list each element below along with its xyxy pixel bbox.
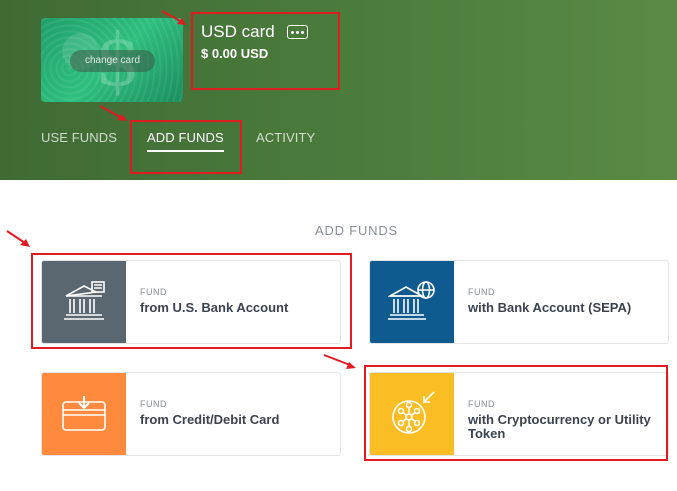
crypto-coin-icon (370, 373, 454, 455)
fund-label: FUND (468, 287, 495, 297)
change-card-button[interactable]: change card (70, 50, 155, 72)
fund-label: FUND (140, 399, 167, 409)
fund-label: FUND (140, 287, 167, 297)
fund-sepa-bank-card[interactable]: FUND with Bank Account (SEPA) (369, 260, 669, 344)
card-balance: $ 0.00 USD (201, 46, 269, 61)
fund-description: from Credit/Debit Card (140, 412, 280, 427)
card-title: USD card (201, 22, 275, 41)
section-title: ADD FUNDS (314, 223, 399, 238)
bank-icon (42, 261, 126, 343)
fund-description: with Bank Account (SEPA) (468, 300, 632, 315)
card-header: $ change card USD card $ 0.00 USD USE FU… (0, 0, 677, 180)
tab-activity[interactable]: ACTIVITY (256, 130, 315, 145)
card-thumbnail[interactable]: $ change card (41, 18, 183, 102)
red-arrow-icon (323, 354, 356, 369)
fund-credit-card-card[interactable]: FUND from Credit/Debit Card (41, 372, 341, 456)
bank-globe-icon (370, 261, 454, 343)
card-download-icon (42, 373, 126, 455)
tab-use-funds[interactable]: USE FUNDS (41, 130, 117, 145)
fund-us-bank-card[interactable]: FUND from U.S. Bank Account (41, 260, 341, 344)
tab-add-funds[interactable]: ADD FUNDS (147, 130, 224, 152)
fund-crypto-card[interactable]: FUND with Cryptocurrency or Utility Toke… (369, 372, 669, 456)
fund-description: from U.S. Bank Account (140, 300, 289, 315)
fund-label: FUND (468, 399, 495, 409)
fund-description: with Cryptocurrency or Utility Token (468, 412, 651, 441)
more-options-icon[interactable] (287, 25, 308, 39)
